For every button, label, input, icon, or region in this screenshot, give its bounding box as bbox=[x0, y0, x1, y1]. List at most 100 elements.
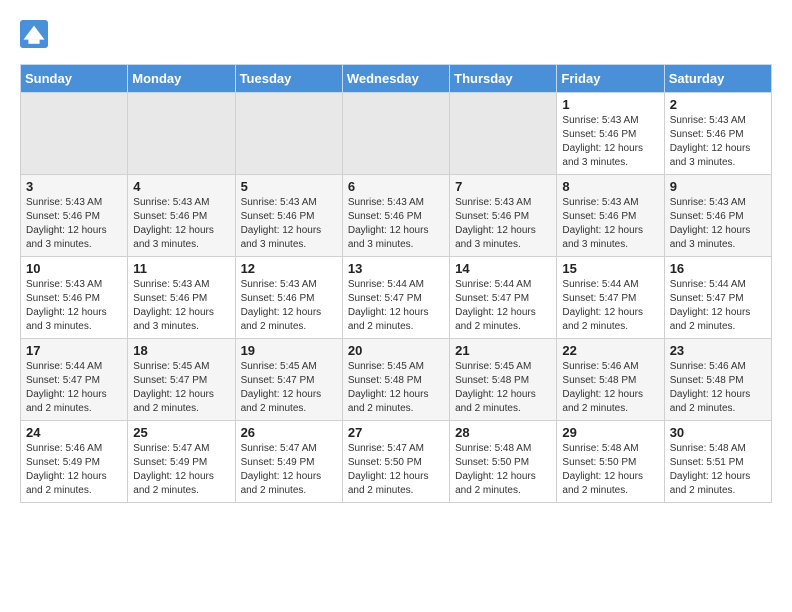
day-info: Sunrise: 5:47 AMSunset: 5:49 PMDaylight:… bbox=[133, 442, 229, 498]
day-number: 17 bbox=[26, 343, 122, 358]
calendar-cell: 8Sunrise: 5:43 AMSunset: 5:46 PMDaylight… bbox=[557, 175, 664, 257]
calendar-cell: 17 Sunrise: 5:44 AMSunset: 5:47 PMDayligh… bbox=[21, 339, 128, 421]
day-number: 23 bbox=[670, 343, 766, 358]
day-number: 26 bbox=[241, 425, 337, 440]
column-header-sunday: Sunday bbox=[21, 65, 128, 93]
calendar-week-row: 17 Sunrise: 5:44 AMSunset: 5:47 PMDayligh… bbox=[21, 339, 772, 421]
day-info: Sunrise: 5:43 AMSunset: 5:46 PMDaylight:… bbox=[241, 278, 337, 334]
day-number: 30 bbox=[670, 425, 766, 440]
day-info: Sunrise: 5:46 AMSunset: 5:48 PMDaylight:… bbox=[670, 360, 766, 416]
calendar-cell: 15 Sunrise: 5:44 AMSunset: 5:47 PMDayligh… bbox=[557, 257, 664, 339]
day-number: 1 bbox=[562, 97, 658, 112]
day-number: 20 bbox=[348, 343, 444, 358]
day-info: Sunrise: 5:48 AMSunset: 5:50 PMDaylight:… bbox=[455, 442, 551, 498]
calendar-cell: 2 Sunrise: 5:43 AMSunset: 5:46 PMDaylight… bbox=[664, 93, 771, 175]
calendar-week-row: 1 Sunrise: 5:43 AMSunset: 5:46 PMDaylight… bbox=[21, 93, 772, 175]
calendar-cell: 9 Sunrise: 5:43 AMSunset: 5:46 PMDaylight… bbox=[664, 175, 771, 257]
calendar-cell: 29 Sunrise: 5:48 AMSunset: 5:50 PMDayligh… bbox=[557, 421, 664, 503]
day-info: Sunrise: 5:45 AMSunset: 5:47 PMDaylight:… bbox=[241, 360, 337, 416]
day-info: Sunrise: 5:43 AMSunset: 5:46 PMDaylight:… bbox=[26, 278, 122, 334]
calendar-cell: 16Sunrise: 5:44 AMSunset: 5:47 PMDayligh… bbox=[664, 257, 771, 339]
calendar-week-row: 24 Sunrise: 5:46 AMSunset: 5:49 PMDayligh… bbox=[21, 421, 772, 503]
day-number: 28 bbox=[455, 425, 551, 440]
day-number: 19 bbox=[241, 343, 337, 358]
day-info: Sunrise: 5:43 AMSunset: 5:46 PMDaylight:… bbox=[670, 114, 766, 170]
calendar-cell bbox=[342, 93, 449, 175]
calendar-cell: 21 Sunrise: 5:45 AMSunset: 5:48 PMDayligh… bbox=[450, 339, 557, 421]
day-info: Sunrise: 5:46 AMSunset: 5:48 PMDaylight:… bbox=[562, 360, 658, 416]
day-number: 29 bbox=[562, 425, 658, 440]
day-number: 16 bbox=[670, 261, 766, 276]
day-number: 6 bbox=[348, 179, 444, 194]
day-number: 14 bbox=[455, 261, 551, 276]
calendar-cell: 6Sunrise: 5:43 AMSunset: 5:46 PMDaylight… bbox=[342, 175, 449, 257]
calendar-week-row: 3Sunrise: 5:43 AMSunset: 5:46 PMDaylight… bbox=[21, 175, 772, 257]
calendar-table: SundayMondayTuesdayWednesdayThursdayFrid… bbox=[20, 64, 772, 503]
day-info: Sunrise: 5:43 AMSunset: 5:46 PMDaylight:… bbox=[26, 196, 122, 252]
calendar-header-row: SundayMondayTuesdayWednesdayThursdayFrid… bbox=[21, 65, 772, 93]
calendar-cell: 27Sunrise: 5:47 AMSunset: 5:50 PMDayligh… bbox=[342, 421, 449, 503]
day-number: 10 bbox=[26, 261, 122, 276]
column-header-friday: Friday bbox=[557, 65, 664, 93]
day-number: 15 bbox=[562, 261, 658, 276]
day-number: 5 bbox=[241, 179, 337, 194]
day-info: Sunrise: 5:43 AMSunset: 5:46 PMDaylight:… bbox=[455, 196, 551, 252]
calendar-cell: 30 Sunrise: 5:48 AMSunset: 5:51 PMDayligh… bbox=[664, 421, 771, 503]
calendar-cell: 4 Sunrise: 5:43 AMSunset: 5:46 PMDaylight… bbox=[128, 175, 235, 257]
day-info: Sunrise: 5:43 AMSunset: 5:46 PMDaylight:… bbox=[562, 114, 658, 170]
calendar-week-row: 10 Sunrise: 5:43 AMSunset: 5:46 PMDayligh… bbox=[21, 257, 772, 339]
day-info: Sunrise: 5:44 AMSunset: 5:47 PMDaylight:… bbox=[455, 278, 551, 334]
page-header bbox=[20, 20, 772, 48]
column-header-tuesday: Tuesday bbox=[235, 65, 342, 93]
day-info: Sunrise: 5:43 AMSunset: 5:46 PMDaylight:… bbox=[241, 196, 337, 252]
logo-icon bbox=[20, 20, 48, 48]
calendar-cell: 10 Sunrise: 5:43 AMSunset: 5:46 PMDayligh… bbox=[21, 257, 128, 339]
calendar-cell: 13 Sunrise: 5:44 AMSunset: 5:47 PMDayligh… bbox=[342, 257, 449, 339]
day-number: 4 bbox=[133, 179, 229, 194]
column-header-monday: Monday bbox=[128, 65, 235, 93]
calendar-cell: 5 Sunrise: 5:43 AMSunset: 5:46 PMDaylight… bbox=[235, 175, 342, 257]
day-info: Sunrise: 5:45 AMSunset: 5:48 PMDaylight:… bbox=[455, 360, 551, 416]
day-info: Sunrise: 5:44 AMSunset: 5:47 PMDaylight:… bbox=[562, 278, 658, 334]
calendar-cell: 14 Sunrise: 5:44 AMSunset: 5:47 PMDayligh… bbox=[450, 257, 557, 339]
calendar-cell: 12 Sunrise: 5:43 AMSunset: 5:46 PMDayligh… bbox=[235, 257, 342, 339]
calendar-cell: 11Sunrise: 5:43 AMSunset: 5:46 PMDayligh… bbox=[128, 257, 235, 339]
calendar-cell: 20 Sunrise: 5:45 AMSunset: 5:48 PMDayligh… bbox=[342, 339, 449, 421]
calendar-cell: 22Sunrise: 5:46 AMSunset: 5:48 PMDayligh… bbox=[557, 339, 664, 421]
day-number: 12 bbox=[241, 261, 337, 276]
calendar-cell bbox=[128, 93, 235, 175]
day-number: 13 bbox=[348, 261, 444, 276]
day-info: Sunrise: 5:47 AMSunset: 5:50 PMDaylight:… bbox=[348, 442, 444, 498]
day-info: Sunrise: 5:47 AMSunset: 5:49 PMDaylight:… bbox=[241, 442, 337, 498]
column-header-saturday: Saturday bbox=[664, 65, 771, 93]
day-info: Sunrise: 5:48 AMSunset: 5:51 PMDaylight:… bbox=[670, 442, 766, 498]
day-info: Sunrise: 5:44 AMSunset: 5:47 PMDaylight:… bbox=[26, 360, 122, 416]
calendar-cell: 19 Sunrise: 5:45 AMSunset: 5:47 PMDayligh… bbox=[235, 339, 342, 421]
calendar-cell: 28 Sunrise: 5:48 AMSunset: 5:50 PMDayligh… bbox=[450, 421, 557, 503]
day-number: 9 bbox=[670, 179, 766, 194]
day-number: 24 bbox=[26, 425, 122, 440]
calendar-cell: 24 Sunrise: 5:46 AMSunset: 5:49 PMDayligh… bbox=[21, 421, 128, 503]
day-number: 25 bbox=[133, 425, 229, 440]
calendar-cell bbox=[235, 93, 342, 175]
calendar-cell: 18 Sunrise: 5:45 AMSunset: 5:47 PMDayligh… bbox=[128, 339, 235, 421]
calendar-cell: 3Sunrise: 5:43 AMSunset: 5:46 PMDaylight… bbox=[21, 175, 128, 257]
day-info: Sunrise: 5:43 AMSunset: 5:46 PMDaylight:… bbox=[670, 196, 766, 252]
day-number: 11 bbox=[133, 261, 229, 276]
day-number: 8 bbox=[562, 179, 658, 194]
column-header-thursday: Thursday bbox=[450, 65, 557, 93]
logo bbox=[20, 20, 52, 48]
day-info: Sunrise: 5:43 AMSunset: 5:46 PMDaylight:… bbox=[133, 196, 229, 252]
day-info: Sunrise: 5:45 AMSunset: 5:47 PMDaylight:… bbox=[133, 360, 229, 416]
calendar-cell: 25 Sunrise: 5:47 AMSunset: 5:49 PMDayligh… bbox=[128, 421, 235, 503]
calendar-cell: 23 Sunrise: 5:46 AMSunset: 5:48 PMDayligh… bbox=[664, 339, 771, 421]
day-number: 2 bbox=[670, 97, 766, 112]
day-number: 18 bbox=[133, 343, 229, 358]
day-number: 21 bbox=[455, 343, 551, 358]
calendar-cell bbox=[450, 93, 557, 175]
day-info: Sunrise: 5:48 AMSunset: 5:50 PMDaylight:… bbox=[562, 442, 658, 498]
day-info: Sunrise: 5:45 AMSunset: 5:48 PMDaylight:… bbox=[348, 360, 444, 416]
day-info: Sunrise: 5:46 AMSunset: 5:49 PMDaylight:… bbox=[26, 442, 122, 498]
day-info: Sunrise: 5:44 AMSunset: 5:47 PMDaylight:… bbox=[348, 278, 444, 334]
calendar-cell: 7Sunrise: 5:43 AMSunset: 5:46 PMDaylight… bbox=[450, 175, 557, 257]
